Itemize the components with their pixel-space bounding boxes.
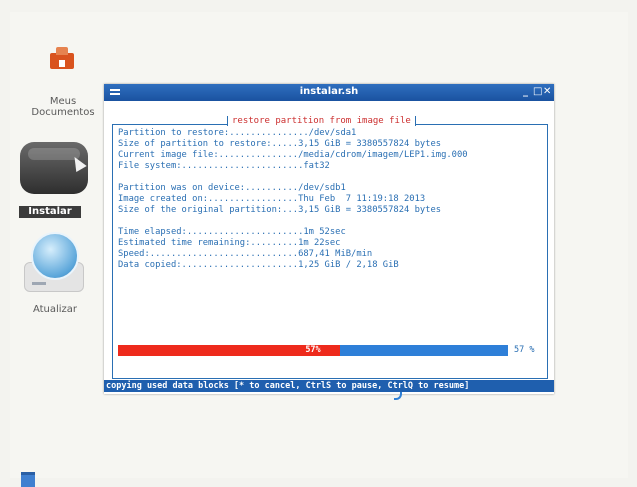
- progress-percent-label: 57%: [305, 345, 321, 355]
- install-drive-icon[interactable]: [18, 136, 92, 200]
- info-speed: Speed:............................687,41…: [118, 249, 373, 259]
- home-folder-icon[interactable]: [48, 47, 76, 71]
- update-globe-icon[interactable]: [22, 232, 86, 296]
- progress-side-label: 57 %: [514, 345, 535, 355]
- desktop-label-atualizar[interactable]: Atualizar: [30, 304, 80, 315]
- info-partition-size: Size of partition to restore:.....3,15 G…: [118, 139, 442, 149]
- info-original-size: Size of the original partition:...3,15 G…: [118, 205, 442, 215]
- status-bar: copying used data blocks [* to cancel, C…: [104, 380, 554, 392]
- info-time-remaining: Estimated time remaining:.........1m 22s…: [118, 238, 341, 248]
- window-title: instalar.sh: [299, 86, 359, 97]
- info-file-system: File system:.......................fat32: [118, 161, 330, 171]
- minimize-button[interactable]: _: [523, 86, 528, 97]
- info-partition-to-restore: Partition to restore:.............../dev…: [118, 128, 357, 138]
- info-image-created: Image created on:.................Thu Fe…: [118, 194, 426, 204]
- taskbar-window-icon[interactable]: [21, 472, 35, 487]
- window-titlebar[interactable]: instalar.sh _ □ ✕: [104, 84, 554, 101]
- info-original-device: Partition was on device:........../dev/s…: [118, 183, 346, 193]
- info-current-image-file: Current image file:.............../media…: [118, 150, 468, 160]
- restore-progress-bar: 57%: [118, 345, 508, 356]
- desktop-label-instalar[interactable]: Instalar: [19, 206, 81, 218]
- maximize-button[interactable]: □: [533, 86, 542, 97]
- terminal-content: restore partition from image file Partit…: [104, 101, 554, 394]
- terminal-window: instalar.sh _ □ ✕ restore partition from…: [104, 84, 554, 394]
- desktop-label-meus-documentos[interactable]: Meus Documentos: [28, 96, 98, 118]
- close-button[interactable]: ✕: [543, 86, 551, 97]
- dialog-title: restore partition from image file: [227, 116, 416, 126]
- info-data-copied: Data copied:......................1,25 G…: [118, 260, 399, 270]
- info-time-elapsed: Time elapsed:......................1m 52…: [118, 227, 346, 237]
